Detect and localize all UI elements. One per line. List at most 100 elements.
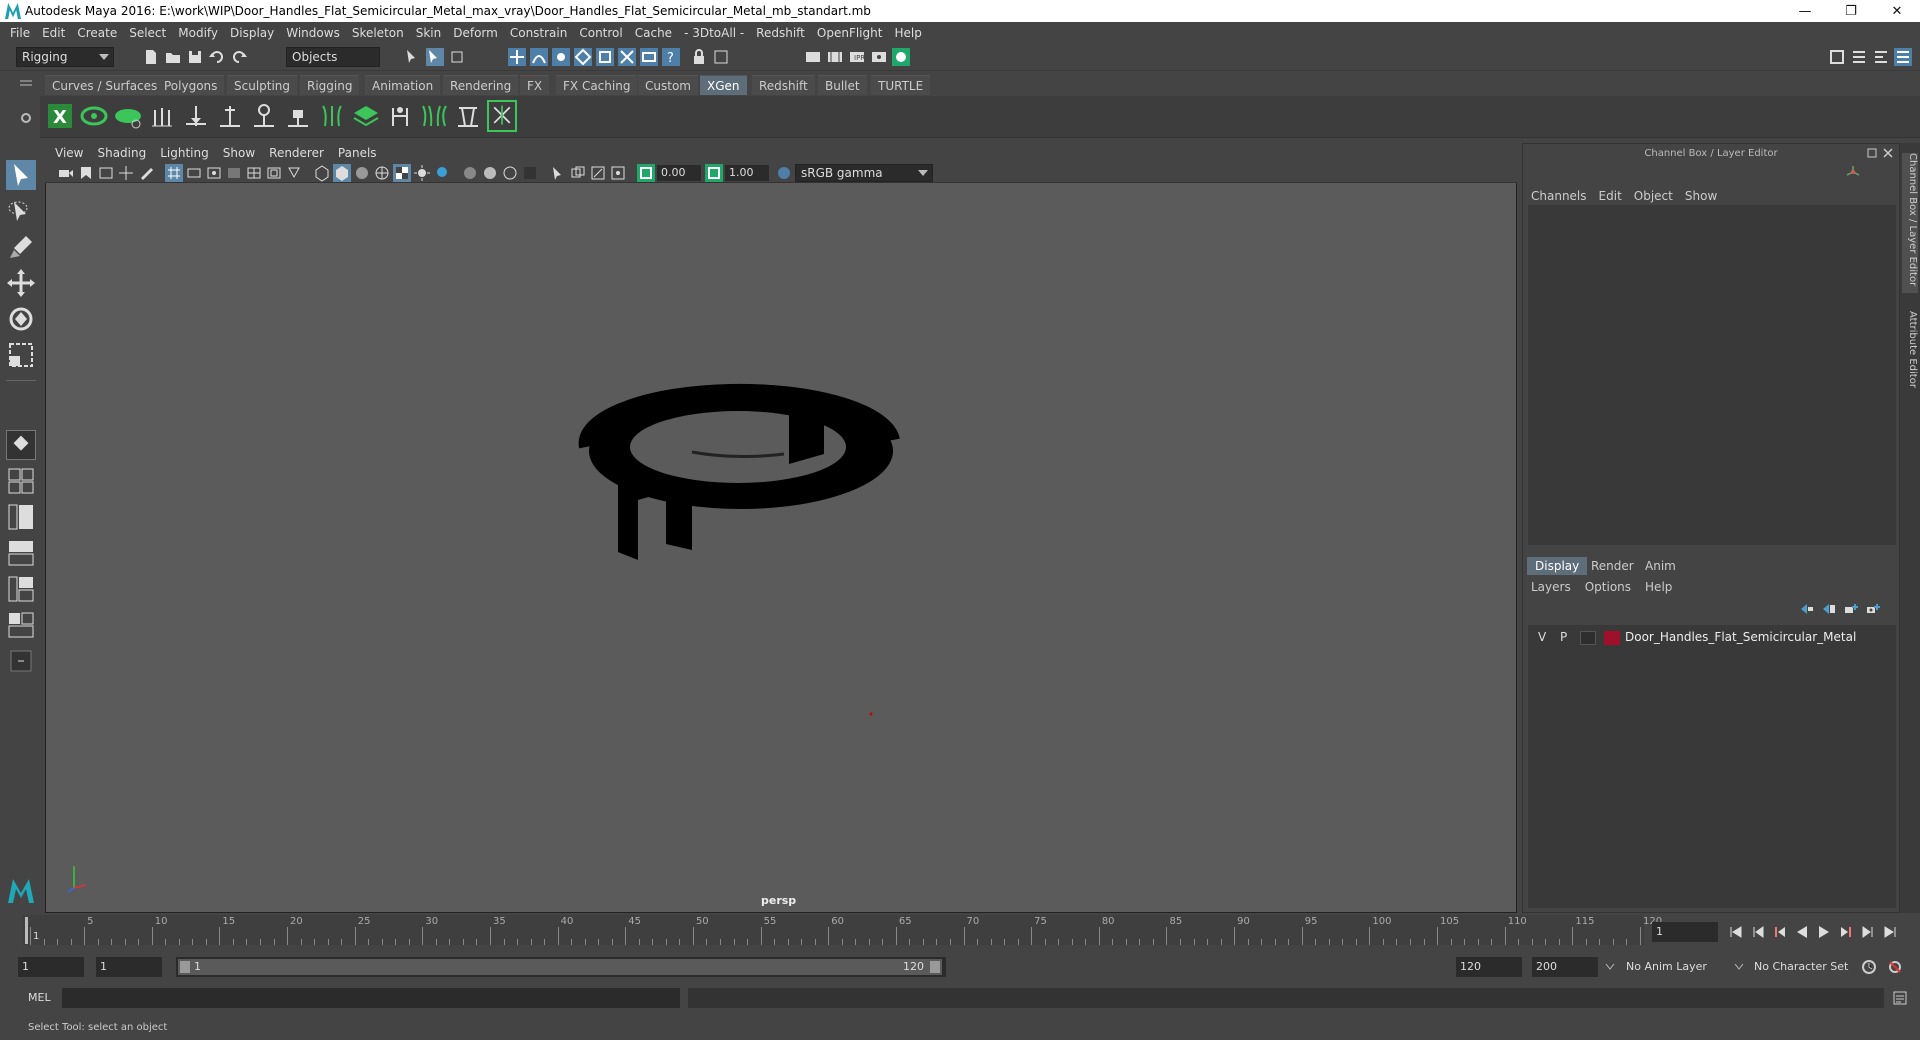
step-forward-key-icon[interactable] xyxy=(1838,924,1854,940)
layer-visibility-toggle[interactable]: V xyxy=(1538,630,1546,644)
xgen-guide-curves-icon[interactable] xyxy=(317,100,347,132)
new-layer-selected-icon[interactable] xyxy=(1865,602,1881,616)
persp-graph-layout-icon[interactable] xyxy=(6,538,36,568)
isolate-select-icon[interactable] xyxy=(549,164,567,182)
menu-help[interactable]: Help xyxy=(890,26,929,40)
two-d-pan-icon[interactable] xyxy=(117,164,135,182)
ipr-render-icon[interactable]: IPR xyxy=(848,48,866,66)
maximize-button[interactable]: ❐ xyxy=(1828,0,1874,22)
menu-create[interactable]: Create xyxy=(73,26,125,40)
range-slider-track[interactable]: 1 120 xyxy=(176,957,946,977)
menu-display[interactable]: Display xyxy=(226,26,282,40)
redo-icon[interactable] xyxy=(230,48,248,66)
xgen-editor-icon[interactable]: X xyxy=(45,100,75,132)
layer-tab-display[interactable]: Display xyxy=(1527,557,1588,575)
end-time-field[interactable]: 200 xyxy=(1532,957,1598,977)
layer-display-type-toggle[interactable] xyxy=(1580,631,1596,645)
menu-control[interactable]: Control xyxy=(575,26,630,40)
layer-tab-render[interactable]: Render xyxy=(1583,557,1642,575)
channel-box-body[interactable] xyxy=(1528,205,1896,545)
go-to-start-icon[interactable] xyxy=(1728,924,1744,940)
side-tab-channel-box[interactable]: Channel Box / Layer Editor xyxy=(1902,153,1918,293)
lasso-tool-icon[interactable] xyxy=(6,196,36,226)
depth-of-field-icon[interactable] xyxy=(521,164,539,182)
move-layer-down-icon[interactable] xyxy=(1821,602,1837,616)
le-menu-layers[interactable]: Layers xyxy=(1531,580,1585,594)
persp-outliner-layout-icon[interactable] xyxy=(6,502,36,532)
persp-uv-layout-icon[interactable] xyxy=(6,574,36,604)
current-frame-field[interactable]: 1 xyxy=(1652,922,1718,942)
exposure-icon[interactable] xyxy=(637,164,655,182)
motion-blur-icon[interactable] xyxy=(481,164,499,182)
menu-openflight[interactable]: OpenFlight xyxy=(813,26,891,40)
scale-tool-icon[interactable] xyxy=(6,340,36,370)
exposure-field[interactable]: 0.00 xyxy=(657,165,701,181)
layer-playback-toggle[interactable]: P xyxy=(1560,630,1567,644)
play-forwards-icon[interactable] xyxy=(1816,924,1832,940)
cb-menu-show[interactable]: Show xyxy=(1685,189,1729,203)
shelf-tab-sculpting[interactable]: Sculpting xyxy=(227,75,298,95)
gamma-icon[interactable] xyxy=(705,164,723,182)
cb-menu-object[interactable]: Object xyxy=(1634,189,1685,203)
menu-edit[interactable]: Edit xyxy=(38,26,73,40)
play-backwards-icon[interactable] xyxy=(1794,924,1810,940)
xgen-rebuild-guides-icon[interactable] xyxy=(385,100,415,132)
xgen-create-description-icon[interactable] xyxy=(79,100,109,132)
le-menu-help[interactable]: Help xyxy=(1645,580,1686,594)
shelf-tab-animation[interactable]: Animation xyxy=(365,75,441,95)
construction-history-icon[interactable] xyxy=(712,48,730,66)
modeling-toolkit-icon[interactable] xyxy=(1828,48,1846,66)
menu-modify[interactable]: Modify xyxy=(174,26,226,40)
select-by-object-icon[interactable] xyxy=(426,48,444,66)
auto-key-icon[interactable] xyxy=(1860,958,1878,976)
gate-mask-icon[interactable] xyxy=(225,164,243,182)
viewport-perspective[interactable]: persp xyxy=(45,143,1517,913)
vp-menu-panels[interactable]: Panels xyxy=(338,146,377,160)
new-layer-icon[interactable] xyxy=(1843,602,1859,616)
safe-title-icon[interactable] xyxy=(285,164,303,182)
float-panel-icon[interactable] xyxy=(1867,148,1877,158)
move-tool-icon[interactable] xyxy=(6,268,36,298)
menu-skeleton[interactable]: Skeleton xyxy=(348,26,412,40)
viewport-canvas[interactable] xyxy=(46,184,1516,912)
view-transform-dropdown[interactable]: sRGB gamma xyxy=(795,164,933,182)
step-back-frame-icon[interactable] xyxy=(1750,924,1766,940)
door-handle-model[interactable] xyxy=(578,383,900,560)
camera-bookmark-icon[interactable] xyxy=(77,164,95,182)
four-view-layout-icon[interactable] xyxy=(6,466,36,496)
layer-row[interactable]: V P Door_Handles_Flat_Semicircular_Metal xyxy=(1528,629,1896,647)
chevron-down-icon[interactable] xyxy=(1605,963,1615,971)
xgen-eye-icon[interactable] xyxy=(113,100,143,132)
help-query-icon[interactable]: ? xyxy=(662,48,680,66)
attribute-editor-toggle-icon[interactable] xyxy=(1850,48,1868,66)
side-tab-attribute-editor[interactable]: Attribute Editor xyxy=(1902,311,1918,401)
menu-deform[interactable]: Deform xyxy=(449,26,506,40)
select-by-hierarchy-icon[interactable] xyxy=(404,48,422,66)
menu-windows[interactable]: Windows xyxy=(282,26,348,40)
snap-point-icon[interactable] xyxy=(552,48,570,66)
xray-components-icon[interactable] xyxy=(609,164,627,182)
move-layer-up-icon[interactable] xyxy=(1799,602,1815,616)
snap-grid-icon[interactable] xyxy=(508,48,526,66)
menu-3dtoall[interactable]: - 3DtoAll - xyxy=(680,26,752,40)
rotate-tool-icon[interactable] xyxy=(6,304,36,334)
layer-name[interactable]: Door_Handles_Flat_Semicircular_Metal xyxy=(1625,630,1856,644)
single-perspective-layout-icon[interactable] xyxy=(6,430,36,460)
camera-attributes-icon[interactable] xyxy=(57,164,75,182)
xgen-sculpt-guides-icon[interactable] xyxy=(249,100,279,132)
shelf-tab-redshift[interactable]: Redshift xyxy=(752,75,815,95)
minimize-button[interactable]: — xyxy=(1782,0,1828,22)
menu-redshift[interactable]: Redshift xyxy=(752,26,813,40)
xray-joints-icon[interactable] xyxy=(589,164,607,182)
command-language-label[interactable]: MEL xyxy=(28,991,51,1004)
xgen-select-guides-icon[interactable] xyxy=(487,100,517,132)
snap-magnet-icon[interactable] xyxy=(640,48,658,66)
wireframe-on-shaded-icon[interactable] xyxy=(373,164,391,182)
shelf-options-icon[interactable] xyxy=(20,112,32,124)
use-default-material-icon[interactable] xyxy=(353,164,371,182)
selection-mode-dropdown[interactable]: Objects xyxy=(286,47,380,67)
range-handle-left[interactable] xyxy=(180,961,190,973)
use-all-lights-icon[interactable] xyxy=(413,164,431,182)
shelf-menu-icon[interactable] xyxy=(20,80,32,86)
anim-layer-dropdown[interactable]: No Anim Layer xyxy=(1622,957,1740,977)
